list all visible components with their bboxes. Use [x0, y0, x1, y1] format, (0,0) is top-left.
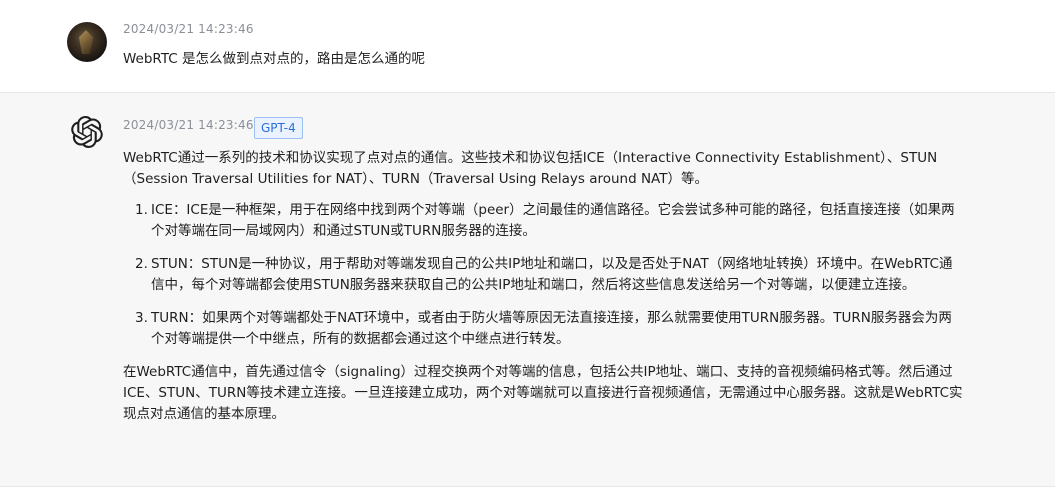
user-message-timestamp: 2024/03/21 14:23:46	[123, 22, 254, 36]
openai-logo-icon	[71, 116, 103, 148]
protocol-list: 1. ICE：ICE是一种框架，用于在网络中找到两个对等端（peer）之间最佳的…	[123, 200, 963, 350]
list-item: 1. ICE：ICE是一种框架，用于在网络中找到两个对等端（peer）之间最佳的…	[123, 200, 963, 242]
list-item-text: STUN：STUN是一种协议，用于帮助对等端发现自己的公共IP地址和端口，以及是…	[151, 256, 953, 293]
list-item: 3. TURN：如果两个对等端都处于NAT环境中，或者由于防火墙等原因无法直接连…	[123, 308, 963, 350]
assistant-message-timestamp: 2024/03/21 14:23:46	[123, 118, 254, 132]
assistant-closing-paragraph: 在WebRTC通信中，首先通过信令（signaling）过程交换两个对等端的信息…	[123, 364, 963, 422]
user-message: 2024/03/21 14:23:46 WebRTC 是怎么做到点对点的，路由是…	[0, 0, 1055, 93]
list-item: 2. STUN：STUN是一种协议，用于帮助对等端发现自己的公共IP地址和端口，…	[123, 254, 963, 296]
list-item-number: 3.	[135, 310, 148, 326]
list-item-number: 1.	[135, 202, 148, 218]
list-item-text: TURN：如果两个对等端都处于NAT环境中，或者由于防火墙等原因无法直接连接，那…	[151, 310, 952, 347]
list-item-number: 2.	[135, 256, 148, 272]
user-message-text: WebRTC 是怎么做到点对点的，路由是怎么通的呢	[123, 51, 426, 67]
model-badge: GPT-4	[254, 117, 303, 139]
list-item-text: ICE：ICE是一种框架，用于在网络中找到两个对等端（peer）之间最佳的通信路…	[151, 202, 955, 239]
user-avatar[interactable]	[67, 22, 107, 62]
assistant-intro-paragraph: WebRTC通过一系列的技术和协议实现了点对点的通信。这些技术和协议包括ICE（…	[123, 150, 938, 187]
assistant-message-content: WebRTC通过一系列的技术和协议实现了点对点的通信。这些技术和协议包括ICE（…	[123, 148, 963, 425]
